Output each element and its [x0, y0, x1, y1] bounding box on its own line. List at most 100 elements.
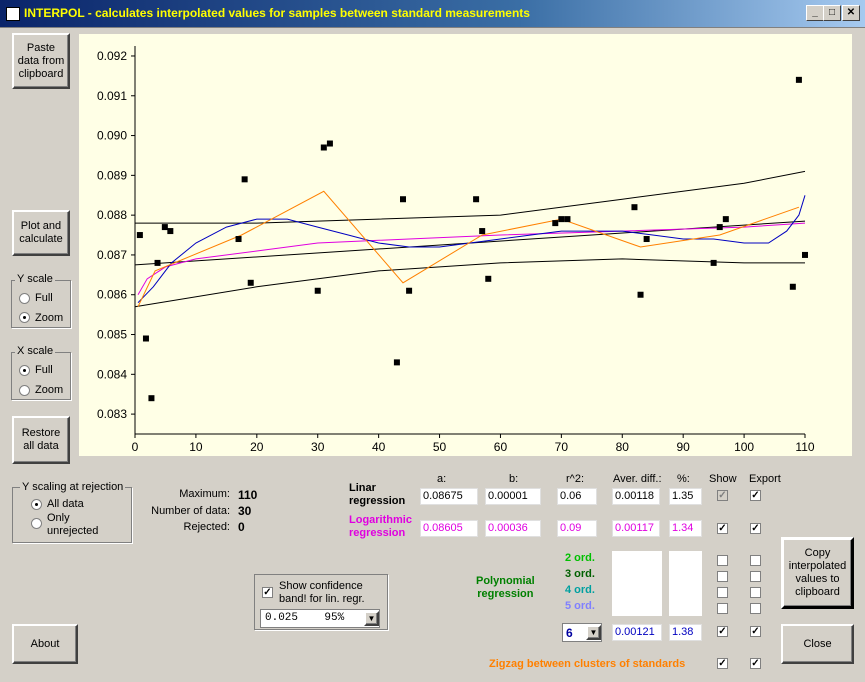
- restore-all-data-button[interactable]: Restore all data: [12, 416, 70, 464]
- minimize-button[interactable]: _: [806, 5, 824, 21]
- window-title: INTERPOL - calculates interpolated value…: [24, 6, 530, 20]
- y-tick-label: 0.084: [97, 367, 127, 381]
- x-tick-label: 80: [616, 440, 630, 454]
- data-point: [473, 196, 480, 203]
- linear-b-field[interactable]: 0.00001: [485, 488, 541, 505]
- data-point: [485, 275, 492, 282]
- linear-pct-field[interactable]: 1.35: [669, 488, 702, 505]
- linear-regression-label: Linar regression: [349, 482, 406, 507]
- y-tick-label: 0.085: [97, 328, 127, 342]
- data-point: [136, 232, 143, 239]
- log-a-field[interactable]: 0.08605: [420, 520, 478, 537]
- close-window-button[interactable]: ✕: [842, 5, 860, 21]
- poly2-show-checkbox[interactable]: [717, 555, 728, 566]
- poly5-show-checkbox[interactable]: [717, 603, 728, 614]
- poly6-export-checkbox[interactable]: ✓: [750, 626, 761, 637]
- x-tick-label: 20: [250, 440, 264, 454]
- data-point: [247, 279, 254, 286]
- poly6-pct-field[interactable]: 1.38: [669, 624, 702, 641]
- poly-order-select[interactable]: 6 ▼: [562, 623, 602, 642]
- header-r2: r^2:: [566, 473, 584, 485]
- chart: 0 10 20 30 40 50 60 70 80 90 100 110 0.083 0.084 0.085…: [97, 46, 815, 454]
- linear-a-field[interactable]: 0.08675: [420, 488, 478, 505]
- confidence-select[interactable]: 0.025 95% ▼: [260, 609, 380, 628]
- data-point: [564, 216, 571, 223]
- poly3-export-checkbox[interactable]: [750, 571, 761, 582]
- data-point: [142, 335, 149, 342]
- xscale-full-label: Full: [35, 364, 53, 376]
- poly4-show-checkbox[interactable]: [717, 587, 728, 598]
- data-point: [235, 236, 242, 243]
- linear-show-checkbox[interactable]: ✓: [717, 490, 728, 501]
- zigzag-line: [137, 190, 800, 307]
- x-tick-label: 30: [311, 440, 325, 454]
- reject-all-data-label: All data: [47, 498, 84, 510]
- polynomial-regression-label: Polynomial regression: [476, 575, 535, 600]
- data-point: [479, 228, 486, 235]
- data-point: [558, 216, 565, 223]
- poly-order-value: 6: [566, 626, 573, 640]
- data-point: [320, 144, 327, 151]
- about-button[interactable]: About: [12, 624, 78, 664]
- maximize-button[interactable]: □: [823, 5, 841, 21]
- data-point: [167, 228, 174, 235]
- data-point: [400, 196, 406, 203]
- poly5-export-checkbox[interactable]: [750, 603, 761, 614]
- xscale-full-radio[interactable]: [19, 365, 30, 376]
- zigzag-export-checkbox[interactable]: ✓: [750, 658, 761, 669]
- paste-data-button[interactable]: Paste data from clipboard: [12, 33, 70, 89]
- data-point: [241, 176, 248, 183]
- y-tick-label: 0.092: [97, 49, 127, 63]
- data-point: [393, 359, 400, 366]
- poly6-show-checkbox[interactable]: ✓: [717, 626, 728, 637]
- linear-export-checkbox[interactable]: ✓: [750, 490, 761, 501]
- linear-r2-field[interactable]: 0.06: [557, 488, 597, 505]
- x-scale-title: X scale: [15, 345, 56, 357]
- copy-interpolated-button[interactable]: Copy interpolated values to clipboard: [781, 537, 854, 609]
- xscale-zoom-radio[interactable]: [19, 385, 30, 396]
- chevron-down-icon[interactable]: ▼: [364, 611, 379, 626]
- header-b: b:: [509, 473, 519, 485]
- data-point: [148, 395, 155, 402]
- log-b-field[interactable]: 0.00036: [485, 520, 541, 537]
- x-tick-label: 90: [677, 440, 691, 454]
- xscale-zoom-label: Zoom: [35, 384, 64, 396]
- chevron-down-icon[interactable]: ▼: [586, 625, 601, 640]
- log-aver-field[interactable]: 0.00117: [612, 520, 660, 537]
- log-export-checkbox[interactable]: ✓: [750, 523, 761, 534]
- yscale-zoom-radio[interactable]: [19, 312, 30, 323]
- header-show: Show: [709, 473, 737, 485]
- x-tick-label: 110: [795, 440, 814, 454]
- reject-all-data-radio[interactable]: [31, 499, 42, 510]
- conf_lower-line: [134, 258, 805, 308]
- maximum-value: 110: [238, 488, 258, 502]
- log-r2-field[interactable]: 0.09: [557, 520, 597, 537]
- y-tick-label: 0.090: [97, 129, 127, 143]
- log-show-checkbox[interactable]: ✓: [717, 523, 728, 534]
- confidence-checkbox[interactable]: ✓: [262, 587, 273, 598]
- data-point: [161, 224, 168, 231]
- linear-aver-field[interactable]: 0.00118: [612, 488, 660, 505]
- app-icon: [6, 7, 20, 21]
- y-tick-label: 0.086: [97, 288, 127, 302]
- poly-4ord-label: 4 ord.: [565, 584, 595, 596]
- poly-5ord-label: 5 ord.: [565, 600, 595, 612]
- y-scaling-rejection-title: Y scaling at rejection: [20, 481, 126, 493]
- poly3-show-checkbox[interactable]: [717, 571, 728, 582]
- reject-unrejected-radio[interactable]: [31, 518, 42, 529]
- zigzag-show-checkbox[interactable]: ✓: [717, 658, 728, 669]
- close-button[interactable]: Close: [781, 624, 854, 664]
- x-tick-label: 10: [189, 440, 203, 454]
- data-point: [716, 224, 723, 231]
- reject-unrejected-label: Only unrejected: [47, 512, 99, 537]
- poly2-export-checkbox[interactable]: [750, 555, 761, 566]
- data-point: [710, 259, 717, 266]
- confidence-label: Show confidence band! for lin. regr.: [279, 580, 365, 605]
- poly4-export-checkbox[interactable]: [750, 587, 761, 598]
- x-tick-label: 100: [734, 440, 754, 454]
- poly6-aver-field[interactable]: 0.00121: [612, 624, 662, 641]
- log-pct-field[interactable]: 1.34: [669, 520, 702, 537]
- plot-calculate-button[interactable]: Plot and calculate: [12, 210, 70, 256]
- yscale-zoom-label: Zoom: [35, 312, 64, 324]
- yscale-full-radio[interactable]: [19, 293, 30, 304]
